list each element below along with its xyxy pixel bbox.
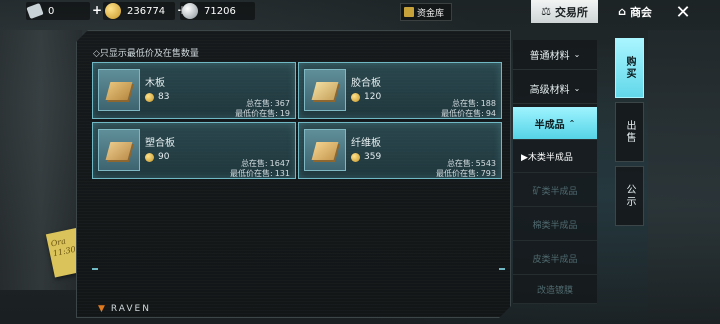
item-name: 胶合板 <box>351 78 381 89</box>
item-icon <box>304 129 346 171</box>
category-normal-materials[interactable]: 普通材料 ⌄ <box>513 40 597 70</box>
background-right-decor <box>648 30 720 324</box>
item-min-count: 最低价在售: 131 <box>230 169 290 178</box>
subcategory-coating[interactable]: 改造镀膜 <box>513 276 597 304</box>
vault-label: 资金库 <box>417 8 445 19</box>
item-card[interactable]: 纤维板 359 总在售: 5543 最低价在售: 793 <box>298 122 502 179</box>
silver-coin-icon <box>182 3 198 19</box>
category-label: 半成品 <box>534 119 565 131</box>
currency-value: 71206 <box>204 5 236 17</box>
item-card[interactable]: 木板 83 总在售: 367 最低价在售: 19 <box>92 62 296 119</box>
tab-shop-label: 商会 <box>629 5 652 19</box>
tab-exchange[interactable]: ⚖ 交易所 <box>531 0 598 23</box>
subcategory-ore[interactable]: 矿类半成品 <box>513 174 597 207</box>
item-icon <box>98 129 140 171</box>
item-list-panel: ◇只显示最低价及在售数量 木板 83 总在售: 367 最低价在售: 19 胶合板 … <box>76 30 511 318</box>
filter-label: 只显示最低价及在售数量 <box>99 49 199 59</box>
add-ticket-button[interactable]: + <box>92 3 102 17</box>
filter-toggle[interactable]: ◇只显示最低价及在售数量 <box>93 46 199 59</box>
item-icon <box>304 69 346 111</box>
item-min-count: 最低价在售: 19 <box>235 109 290 118</box>
subcategory-cotton[interactable]: 棉类半成品 <box>513 208 597 241</box>
top-bar: 0 + 236774 + 71206 资金库 ⚖ 交易所 ⌂ 商会 ✕ <box>0 0 720 24</box>
tab-buy[interactable]: 购买 <box>615 38 644 98</box>
item-name: 塑合板 <box>145 138 175 149</box>
gold-coin-icon <box>105 3 121 19</box>
category-sidebar: 普通材料 ⌄ 高级材料 ⌄ 半成品 ⌃ ▶木类半成品 矿类半成品 棉类半成品 皮… <box>513 40 597 304</box>
gold-coin-icon <box>145 93 154 102</box>
tab-shop[interactable]: ⌂ 商会 <box>610 0 660 23</box>
subcategory-leather[interactable]: 皮类半成品 <box>513 242 597 275</box>
chevron-down-icon: ⌄ <box>573 50 581 59</box>
item-card[interactable]: 塑合板 90 总在售: 1647 最低价在售: 131 <box>92 122 296 179</box>
category-label: 普通材料 <box>529 51 570 62</box>
ticket-icon <box>26 2 44 20</box>
close-icon: ✕ <box>675 1 691 23</box>
close-button[interactable]: ✕ <box>672 1 694 23</box>
panel-corner-mark <box>92 268 98 270</box>
currency-ticket: 0 <box>26 2 90 20</box>
subcategory-wood[interactable]: ▶木类半成品 <box>513 140 597 173</box>
tab-public[interactable]: 公示 <box>615 166 644 226</box>
category-semi-finished[interactable]: 半成品 ⌃ <box>513 107 597 140</box>
item-price: 90 <box>145 152 169 162</box>
raven-label: RAVEN <box>110 304 151 314</box>
category-advanced-materials[interactable]: 高级材料 ⌄ <box>513 74 597 104</box>
item-price: 120 <box>351 92 381 102</box>
vault-icon <box>404 7 414 17</box>
item-name: 纤维板 <box>351 138 381 149</box>
category-label: 高级材料 <box>529 85 570 96</box>
gold-coin-icon <box>351 153 360 162</box>
gold-coin-icon <box>145 153 154 162</box>
currency-gold: 236774 <box>103 2 175 20</box>
panel-corner-mark <box>499 268 505 270</box>
item-price: 359 <box>351 152 381 162</box>
item-min-count: 最低价在售: 94 <box>441 109 496 118</box>
raven-logo-icon: ▼ <box>98 304 107 314</box>
raven-logo: ▼ RAVEN <box>98 304 151 314</box>
tab-exchange-label: 交易所 <box>554 5 588 19</box>
item-card[interactable]: 胶合板 120 总在售: 188 最低价在售: 94 <box>298 62 502 119</box>
item-price: 83 <box>145 92 169 102</box>
currency-value: 0 <box>48 5 55 17</box>
home-icon: ⌂ <box>618 5 626 18</box>
item-name: 木板 <box>145 78 165 89</box>
vault-button[interactable]: 资金库 <box>400 3 452 21</box>
currency-value: 236774 <box>127 5 166 17</box>
diamond-icon: ◇ <box>93 49 100 59</box>
item-icon <box>98 69 140 111</box>
gold-coin-icon <box>351 93 360 102</box>
item-min-count: 最低价在售: 793 <box>436 169 496 178</box>
tab-sell[interactable]: 出售 <box>615 102 644 162</box>
scale-icon: ⚖ <box>541 5 551 18</box>
chevron-down-icon: ⌄ <box>573 84 581 93</box>
currency-silver: 71206 <box>180 2 255 20</box>
chevron-up-icon: ⌃ <box>568 118 576 128</box>
